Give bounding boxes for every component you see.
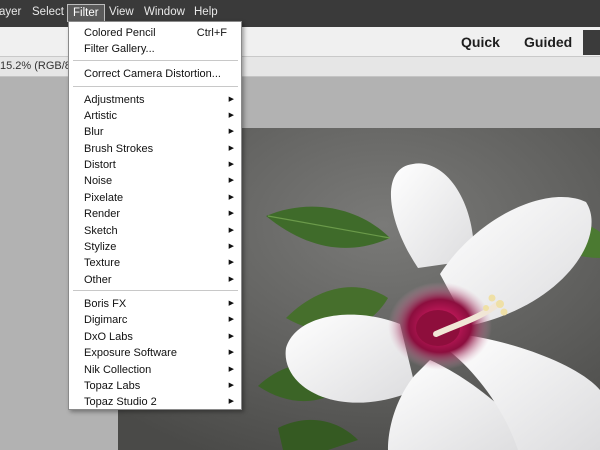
menu-item-label: Brush Strokes — [84, 143, 154, 155]
menu-separator — [73, 86, 238, 87]
menu-item-pixelate[interactable]: Pixelate ▶ — [69, 190, 241, 206]
menu-item-digimarc[interactable]: Digimarc ▶ — [69, 312, 241, 328]
filter-menu: Colored Pencil Ctrl+F Filter Gallery... … — [68, 21, 242, 410]
chevron-right-icon: ▶ — [228, 300, 234, 307]
menu-item-label: Digimarc — [84, 314, 128, 326]
menu-item-label: Distort — [84, 159, 116, 171]
menu-item-label: Topaz Labs — [84, 380, 141, 392]
menu-item-label: Noise — [84, 175, 113, 187]
menu-filter[interactable]: Filter — [67, 4, 105, 22]
chevron-right-icon: ▶ — [228, 210, 234, 217]
menu-item-stylize[interactable]: Stylize ▶ — [69, 239, 241, 255]
menu-separator — [73, 60, 238, 61]
document-info: 15.2% (RGB/8) — [0, 60, 75, 72]
menu-item-label: Filter Gallery... — [84, 43, 155, 55]
menu-item-label: Pixelate — [84, 192, 124, 204]
menu-window[interactable]: Window — [144, 6, 185, 18]
menu-item-label: Boris FX — [84, 298, 127, 310]
menu-item-dxo-labs[interactable]: DxO Labs ▶ — [69, 329, 241, 345]
menu-item-label: Render — [84, 208, 121, 220]
menu-item-colored-pencil[interactable]: Colored Pencil Ctrl+F — [69, 25, 241, 41]
menu-item-label: Adjustments — [84, 94, 145, 106]
menu-item-boris-fx[interactable]: Boris FX ▶ — [69, 296, 241, 312]
chevron-right-icon: ▶ — [228, 398, 234, 405]
menu-select[interactable]: Select — [32, 6, 64, 18]
chevron-right-icon: ▶ — [228, 96, 234, 103]
menu-item-exposure-software[interactable]: Exposure Software ▶ — [69, 345, 241, 361]
menu-item-label: Texture — [84, 257, 121, 269]
menu-item-label: Colored Pencil — [84, 27, 156, 39]
menu-help[interactable]: Help — [194, 6, 218, 18]
chevron-right-icon: ▶ — [228, 382, 234, 389]
menu-item-filter-gallery[interactable]: Filter Gallery... — [69, 41, 241, 57]
menu-layer[interactable]: ayer — [0, 6, 21, 18]
menu-item-label: Sketch — [84, 225, 118, 237]
chevron-right-icon: ▶ — [228, 243, 234, 250]
chevron-right-icon: ▶ — [228, 276, 234, 283]
menu-item-blur[interactable]: Blur ▶ — [69, 124, 241, 140]
menu-item-render[interactable]: Render ▶ — [69, 206, 241, 222]
chevron-right-icon: ▶ — [228, 366, 234, 373]
menu-item-topaz-studio-2[interactable]: Topaz Studio 2 ▶ — [69, 394, 241, 410]
menu-item-distort[interactable]: Distort ▶ — [69, 157, 241, 173]
chevron-right-icon: ▶ — [228, 259, 234, 266]
mode-guided-tab[interactable]: Guided — [524, 34, 572, 50]
chevron-right-icon: ▶ — [228, 145, 234, 152]
chevron-right-icon: ▶ — [228, 316, 234, 323]
menu-item-adjustments[interactable]: Adjustments ▶ — [69, 92, 241, 108]
chevron-right-icon: ▶ — [228, 333, 234, 340]
menu-item-other[interactable]: Other ▶ — [69, 272, 241, 288]
chevron-right-icon: ▶ — [228, 177, 234, 184]
menu-separator — [73, 290, 238, 291]
chevron-right-icon: ▶ — [228, 227, 234, 234]
menu-item-label: Stylize — [84, 241, 117, 253]
menu-item-label: Nik Collection — [84, 364, 152, 376]
chevron-right-icon: ▶ — [228, 128, 234, 135]
chevron-right-icon: ▶ — [228, 161, 234, 168]
menu-item-sketch[interactable]: Sketch ▶ — [69, 223, 241, 239]
menu-item-topaz-labs[interactable]: Topaz Labs ▶ — [69, 378, 241, 394]
menu-item-label: Blur — [84, 126, 104, 138]
menu-item-correct-camera-distortion[interactable]: Correct Camera Distortion... — [69, 66, 241, 82]
mode-expert-tab[interactable] — [583, 30, 600, 55]
menu-item-texture[interactable]: Texture ▶ — [69, 255, 241, 271]
menu-item-label: Topaz Studio 2 — [84, 396, 157, 408]
menu-item-label: Exposure Software — [84, 347, 177, 359]
chevron-right-icon: ▶ — [228, 112, 234, 119]
mode-quick-tab[interactable]: Quick — [461, 34, 500, 50]
chevron-right-icon: ▶ — [228, 194, 234, 201]
menu-item-artistic[interactable]: Artistic ▶ — [69, 108, 241, 124]
menu-item-label: DxO Labs — [84, 331, 133, 343]
menu-item-label: Other — [84, 274, 112, 286]
menu-item-label: Artistic — [84, 110, 117, 122]
menu-item-label: Correct Camera Distortion... — [84, 68, 221, 80]
menu-item-brush-strokes[interactable]: Brush Strokes ▶ — [69, 141, 241, 157]
chevron-right-icon: ▶ — [228, 349, 234, 356]
menu-view[interactable]: View — [109, 6, 134, 18]
menu-item-shortcut: Ctrl+F — [196, 27, 227, 39]
menu-item-noise[interactable]: Noise ▶ — [69, 173, 241, 189]
menu-item-nik-collection[interactable]: Nik Collection ▶ — [69, 362, 241, 378]
